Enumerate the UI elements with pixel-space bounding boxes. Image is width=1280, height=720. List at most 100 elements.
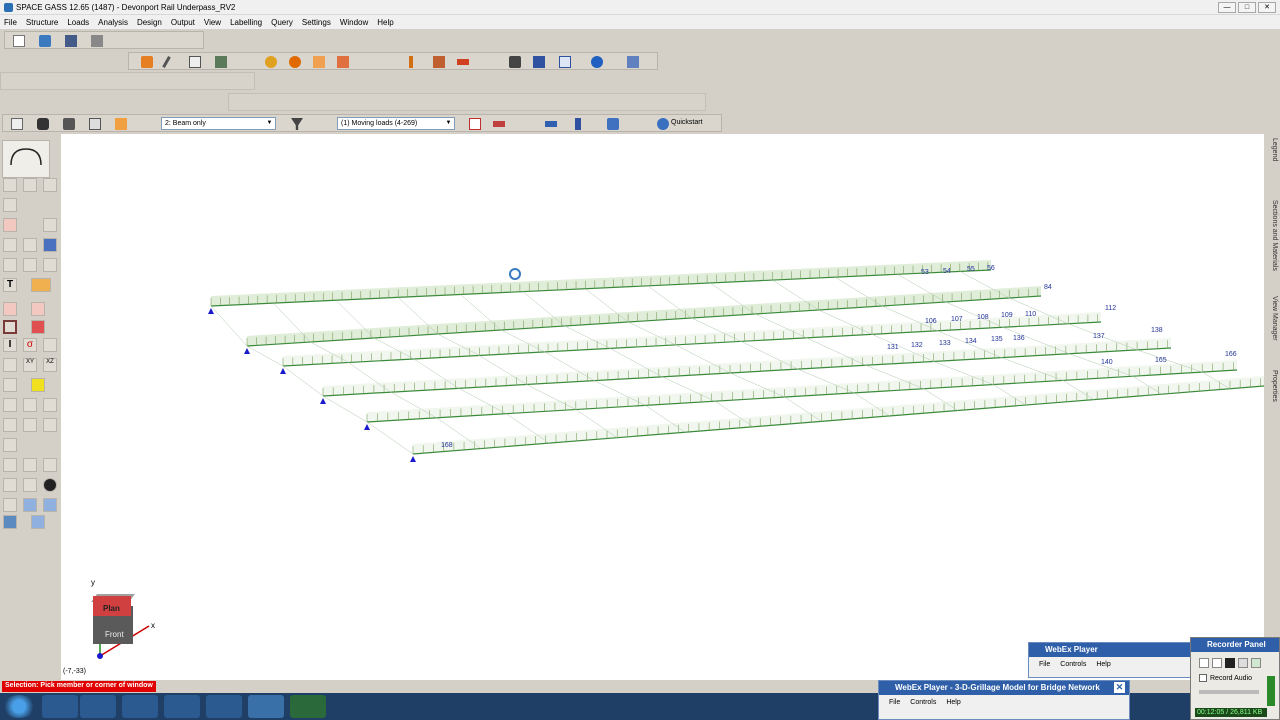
- select-icon[interactable]: [11, 118, 23, 130]
- tool-rows-icon[interactable]: [23, 418, 37, 432]
- menu-query[interactable]: Query: [271, 18, 293, 27]
- tool-copy-icon[interactable]: [3, 238, 17, 252]
- copy-icon[interactable]: [559, 56, 571, 68]
- webex-menu-file[interactable]: File: [1039, 661, 1050, 668]
- tab-properties[interactable]: Properties: [1266, 370, 1278, 402]
- menu-structure[interactable]: Structure: [26, 18, 58, 27]
- webex-doc-window[interactable]: WebEx Player - 3-D-Grillage Model for Br…: [878, 680, 1130, 720]
- tool-red-icon[interactable]: [31, 320, 45, 334]
- tool-expand-icon[interactable]: [43, 458, 57, 472]
- tool-dash-icon[interactable]: [3, 418, 17, 432]
- view-mode-select[interactable]: 2: Beam only ▼: [161, 117, 276, 130]
- tool-member-icon[interactable]: [3, 302, 17, 316]
- tool-grid2-icon[interactable]: [3, 458, 17, 472]
- tool-beam-icon[interactable]: [43, 418, 57, 432]
- pause-icon[interactable]: [1212, 658, 1222, 668]
- tool-arc-icon[interactable]: [23, 178, 37, 192]
- volume-slider[interactable]: [1199, 690, 1259, 694]
- minimize-button[interactable]: —: [1218, 2, 1236, 13]
- start-button[interactable]: [2, 695, 36, 718]
- binoculars-icon[interactable]: [37, 118, 49, 130]
- excel-icon[interactable]: [290, 695, 326, 718]
- node-icon[interactable]: [265, 56, 277, 68]
- brush-icon[interactable]: [215, 56, 227, 68]
- media-player-icon[interactable]: [80, 695, 116, 718]
- webex-menu-controls[interactable]: Controls: [1060, 661, 1086, 668]
- section-icon[interactable]: [575, 118, 581, 130]
- menu-labelling[interactable]: Labelling: [230, 18, 262, 27]
- menu-settings[interactable]: Settings: [302, 18, 331, 27]
- tool-move-icon[interactable]: [23, 238, 37, 252]
- tool-plus-icon[interactable]: [23, 458, 37, 472]
- scale-icon[interactable]: [545, 121, 557, 127]
- tool-node-icon[interactable]: [43, 238, 57, 252]
- tool-xy-icon[interactable]: XY: [23, 358, 37, 372]
- webex-doc-menu-help[interactable]: Help: [946, 699, 960, 706]
- tool-blue-a-icon[interactable]: [23, 498, 37, 512]
- tool-zoom-icon[interactable]: [31, 515, 45, 529]
- close-icon[interactable]: ✕: [1114, 682, 1125, 693]
- support-marker[interactable]: [320, 398, 326, 404]
- open-file-icon[interactable]: [39, 35, 51, 47]
- stop-icon[interactable]: [1225, 658, 1235, 668]
- filter-icon[interactable]: [291, 118, 303, 130]
- menu-view[interactable]: View: [204, 18, 221, 27]
- stop-icon[interactable]: [469, 118, 481, 130]
- rotate-icon[interactable]: [591, 56, 603, 68]
- close-button[interactable]: ✕: [1258, 2, 1276, 13]
- tool-xz-icon[interactable]: XZ: [43, 358, 57, 372]
- grid-icon[interactable]: [189, 56, 201, 68]
- tool-props-icon[interactable]: [3, 498, 17, 512]
- quickstart-icon[interactable]: [657, 118, 669, 130]
- tool-view-a-icon[interactable]: [3, 398, 17, 412]
- support-marker[interactable]: [410, 456, 416, 462]
- tool-dim-icon[interactable]: [43, 258, 57, 272]
- maximize-button[interactable]: □: [1238, 2, 1256, 13]
- girder-member[interactable]: [412, 385, 1265, 455]
- tool-grid-icon[interactable]: [43, 178, 57, 192]
- support-marker[interactable]: [244, 348, 250, 354]
- tool-mesh-icon[interactable]: [3, 258, 17, 272]
- tab-legend[interactable]: Legend: [1266, 138, 1278, 161]
- tool-brush-icon[interactable]: [3, 515, 17, 529]
- settings-icon[interactable]: [607, 118, 619, 130]
- tool-target-icon[interactable]: [43, 478, 57, 492]
- tab-sections-materials[interactable]: Sections and Materials: [1266, 200, 1278, 271]
- beam-load-icon[interactable]: [457, 59, 469, 65]
- tool-pen-icon[interactable]: [43, 218, 57, 232]
- record-audio-checkbox[interactable]: [1199, 674, 1207, 682]
- tool-view-b-icon[interactable]: [23, 398, 37, 412]
- load-case-select[interactable]: (1) Moving loads (4-269) ▼: [337, 117, 455, 130]
- menu-window[interactable]: Window: [340, 18, 368, 27]
- ie-icon[interactable]: [42, 695, 78, 718]
- chrome-icon[interactable]: [122, 695, 158, 718]
- annotate-icon[interactable]: [1251, 658, 1261, 668]
- support-marker[interactable]: [280, 368, 286, 374]
- quickstart-button[interactable]: Quickstart: [671, 119, 703, 126]
- webex-menu-help[interactable]: Help: [1096, 661, 1110, 668]
- menu-help[interactable]: Help: [377, 18, 393, 27]
- line-icon[interactable]: [162, 56, 171, 68]
- tool-label-icon[interactable]: [31, 278, 51, 292]
- save-icon[interactable]: [65, 35, 77, 47]
- load-icon[interactable]: [337, 56, 349, 68]
- webex-icon[interactable]: [206, 695, 242, 718]
- tool-snap-icon[interactable]: [3, 478, 17, 492]
- tool-selected-icon[interactable]: [3, 320, 17, 334]
- plate-icon[interactable]: [313, 56, 325, 68]
- print-icon[interactable]: [91, 35, 103, 47]
- tool-axis-icon[interactable]: [23, 478, 37, 492]
- explorer-icon[interactable]: [164, 695, 200, 718]
- tool-erase-icon[interactable]: [3, 378, 17, 392]
- window-icon[interactable]: [89, 118, 101, 130]
- move-icon[interactable]: [533, 56, 545, 68]
- mirror-icon[interactable]: [627, 56, 639, 68]
- tool-play-icon[interactable]: [43, 398, 57, 412]
- tool-plate-icon[interactable]: [31, 302, 45, 316]
- trash-icon[interactable]: [509, 56, 521, 68]
- tab-view-manager[interactable]: View Manager: [1266, 296, 1278, 341]
- tool-misc-icon[interactable]: [3, 438, 17, 452]
- tool-text-icon[interactable]: T: [3, 278, 17, 292]
- menu-output[interactable]: Output: [171, 18, 195, 27]
- settings-icon[interactable]: [1238, 658, 1248, 668]
